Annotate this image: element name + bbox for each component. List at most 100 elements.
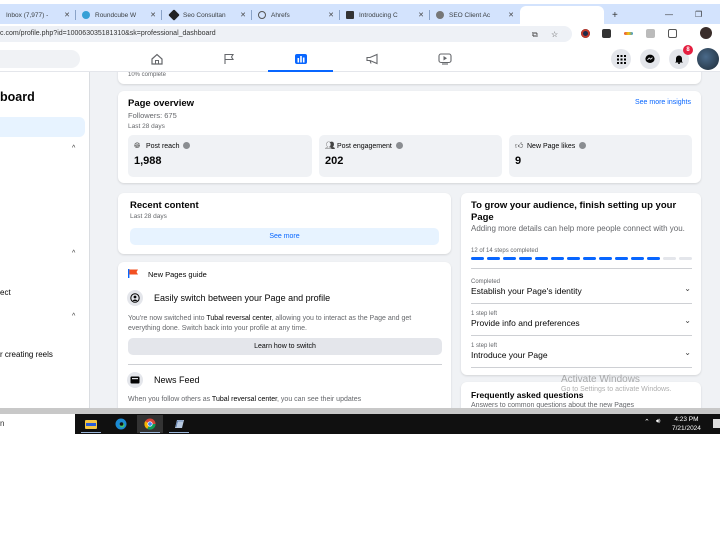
collapse-chevron-icon[interactable]: ^: [72, 313, 75, 320]
step-segment-complete: [583, 257, 596, 260]
browser-tab[interactable]: SEO Client Ac ✕: [430, 6, 518, 24]
close-tab-icon[interactable]: ✕: [328, 11, 334, 19]
new-tab-button[interactable]: +: [612, 10, 618, 21]
learn-how-to-switch-button[interactable]: Learn how to switch: [128, 338, 442, 355]
extension-r-icon[interactable]: [646, 29, 655, 38]
extensions-puzzle-icon[interactable]: [668, 29, 677, 38]
setup-step[interactable]: 1 step left Provide info and preferences…: [471, 311, 691, 328]
tab-title: Roundcube W: [95, 11, 137, 19]
info-icon[interactable]: [579, 142, 587, 149]
chevron-down-icon[interactable]: ⌄: [684, 316, 691, 325]
step-segment-complete: [487, 257, 500, 260]
install-app-icon[interactable]: ⧉: [532, 30, 538, 40]
taskbar-edge[interactable]: [108, 415, 134, 433]
chevron-down-icon[interactable]: ⌄: [684, 284, 691, 293]
restore-button[interactable]: ❐: [695, 10, 702, 19]
profile-avatar-icon[interactable]: [700, 27, 712, 39]
menu-button[interactable]: [611, 49, 631, 69]
collapse-chevron-icon[interactable]: ^: [72, 145, 75, 152]
account-avatar[interactable]: [697, 48, 719, 70]
taskbar-search[interactable]: n: [0, 414, 75, 434]
body-text: , you can see their updates: [277, 396, 362, 403]
taskbar-app[interactable]: [166, 415, 192, 433]
notepad-icon: [175, 420, 184, 428]
step-title: Provide info and preferences: [471, 318, 580, 328]
bar-chart-icon: [294, 53, 307, 64]
seo-favicon-icon: [168, 9, 180, 21]
tab-title: Ahrefs: [271, 11, 290, 19]
show-hidden-icons-chevron-icon[interactable]: ⌃: [644, 418, 650, 426]
bookmark-star-icon[interactable]: ☆: [551, 30, 558, 39]
metric-post-engagement[interactable]: 👥︎ Post engagement 202: [319, 135, 502, 177]
taskbar-chrome[interactable]: [137, 415, 163, 433]
step-segment-complete: [647, 257, 660, 260]
step-status: 1 step left: [471, 343, 498, 349]
volume-icon[interactable]: 🔊︎: [656, 418, 660, 426]
sidebar-item-selected[interactable]: [0, 117, 85, 137]
progress-card: 10% complete: [118, 72, 701, 84]
tab-title: Inbox (7,977) -: [6, 11, 49, 19]
extension-m-icon[interactable]: [602, 29, 611, 38]
extension-rainbow-icon[interactable]: [624, 32, 633, 35]
screen: Inbox (7,977) - ✕ Roundcube W ✕ Seo Cons…: [0, 0, 720, 540]
close-tab-icon[interactable]: ✕: [240, 11, 246, 19]
taskbar-clock[interactable]: 4:23 PM 7/21/2024: [672, 415, 701, 433]
sidebar-item[interactable]: r creating reels: [0, 350, 53, 359]
see-more-button[interactable]: See more: [130, 228, 439, 245]
step-segment-complete: [503, 257, 516, 260]
roundcube-favicon-icon: [82, 11, 90, 19]
step-segment-complete: [535, 257, 548, 260]
messenger-button[interactable]: [640, 49, 660, 69]
close-tab-icon[interactable]: ✕: [64, 11, 70, 19]
edge-icon: [115, 418, 127, 430]
close-tab-icon[interactable]: ✕: [418, 11, 424, 19]
browser-tab[interactable]: Roundcube W ✕: [76, 6, 162, 24]
nav-tab-watch[interactable]: [412, 45, 477, 72]
address-bar[interactable]: c.com/profile.php?id=100063035181310&sk=…: [0, 26, 572, 42]
metric-new-page-likes[interactable]: 👍︎ New Page likes 9: [509, 135, 692, 177]
info-icon[interactable]: [183, 142, 191, 149]
browser-tab-active[interactable]: [520, 6, 604, 24]
see-more-insights-link[interactable]: See more insights: [635, 99, 691, 106]
minimize-button[interactable]: —: [665, 10, 673, 19]
nav-tab-ads[interactable]: [340, 45, 405, 72]
collapse-chevron-icon[interactable]: ^: [72, 250, 75, 257]
setup-step[interactable]: 1 step left Introduce your Page ⌄: [471, 343, 691, 360]
taskbar-file-explorer[interactable]: [78, 415, 104, 433]
chevron-down-icon[interactable]: ⌄: [684, 348, 691, 357]
facebook-search-input[interactable]: [0, 50, 80, 68]
recent-content-title: Recent content: [130, 200, 199, 211]
setup-step[interactable]: Completed Establish your Page's identity…: [471, 279, 691, 296]
close-tab-icon[interactable]: ✕: [150, 11, 156, 19]
news-feed-icon: [127, 372, 143, 388]
recent-content-card: Recent content Last 28 days See more: [118, 193, 451, 254]
megaphone-icon: [365, 53, 378, 64]
browser-tab[interactable]: Introducing C ✕: [340, 6, 430, 24]
page-body: board ^ ^ ect ^ r creating reels 10% com…: [0, 72, 720, 408]
page-overview-title: Page overview: [128, 98, 195, 109]
browser-tab[interactable]: Seo Consultan ✕: [164, 6, 252, 24]
bell-icon: [675, 55, 683, 64]
metric-post-reach[interactable]: 🌐︎ Post reach 1,988: [128, 135, 312, 177]
flag-icon: [223, 53, 234, 64]
step-segment-complete: [615, 257, 628, 260]
notifications-button[interactable]: 8: [669, 45, 693, 69]
step-segment-complete: [567, 257, 580, 260]
setup-description: Adding more details can help more people…: [471, 224, 685, 233]
nav-tab-insights[interactable]: [268, 45, 333, 72]
page-overview-card: Page overview Followers: 675 Last 28 day…: [118, 91, 701, 183]
messenger-icon: [645, 54, 655, 63]
step-segment-complete: [551, 257, 564, 260]
url-text: c.com/profile.php?id=100063035181310&sk=…: [0, 30, 216, 37]
close-tab-icon[interactable]: ✕: [508, 11, 514, 19]
home-icon: [150, 53, 163, 65]
browser-tab[interactable]: Inbox (7,977) - ✕: [0, 6, 76, 24]
extension-k-icon[interactable]: [581, 29, 590, 38]
notification-center-icon[interactable]: [713, 419, 720, 428]
info-icon[interactable]: [395, 142, 403, 149]
nav-tab-home[interactable]: [124, 45, 189, 72]
browser-tab[interactable]: Ahrefs ✕: [252, 6, 340, 24]
sidebar-item[interactable]: ect: [0, 288, 11, 297]
steps-progress-text: 12 of 14 steps completed: [471, 248, 539, 254]
nav-tab-pages[interactable]: [196, 45, 261, 72]
